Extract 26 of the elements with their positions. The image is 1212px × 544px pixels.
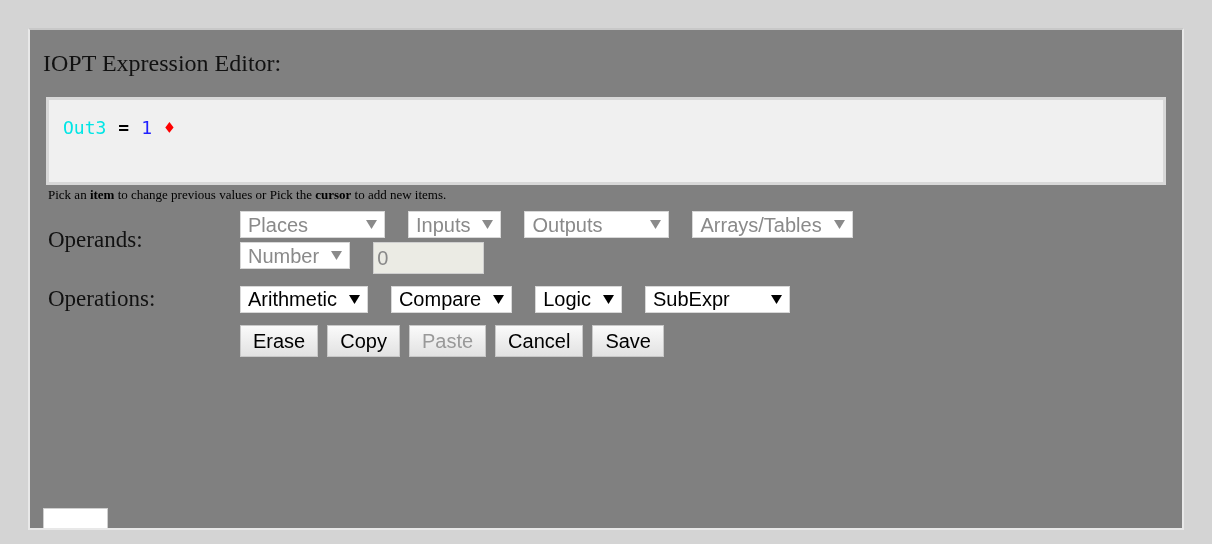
operations-label: Operations: bbox=[48, 285, 157, 313]
operands-label: Operands: bbox=[48, 226, 144, 254]
dropdown[interactable]: Arithmetic bbox=[240, 285, 368, 313]
dropdown[interactable]: Logic bbox=[535, 285, 622, 313]
caret-icon bbox=[833, 220, 845, 229]
caret-icon bbox=[603, 294, 614, 304]
expression-area[interactable]: Out3 = 1 ♦ bbox=[46, 97, 1166, 185]
caret-icon bbox=[493, 294, 505, 304]
caret-icon bbox=[771, 294, 782, 304]
caret-icon bbox=[650, 220, 662, 229]
action-button[interactable]: Erase bbox=[240, 324, 319, 357]
empty-tab[interactable] bbox=[43, 508, 108, 528]
caret-icon bbox=[348, 294, 360, 304]
caret-icon bbox=[482, 220, 494, 229]
caret-icon bbox=[366, 220, 377, 229]
action-button[interactable]: Cancel bbox=[495, 324, 584, 357]
dropdown[interactable]: SubExpr bbox=[645, 285, 790, 313]
panel-title: IOPT Expression Editor: bbox=[42, 49, 283, 78]
dropdown[interactable]: Compare bbox=[390, 285, 513, 313]
action-button[interactable]: Save bbox=[592, 324, 664, 357]
caret-icon bbox=[331, 251, 343, 260]
cursor-marker[interactable]: ♦ bbox=[164, 114, 175, 141]
expression-token[interactable]: = bbox=[118, 114, 130, 141]
action-button[interactable]: Copy bbox=[327, 324, 400, 357]
hint-text: Pick an item to change previous values or Pick the cursor to add new items. bbox=[48, 187, 448, 203]
expression-token[interactable]: 1 bbox=[141, 114, 153, 141]
